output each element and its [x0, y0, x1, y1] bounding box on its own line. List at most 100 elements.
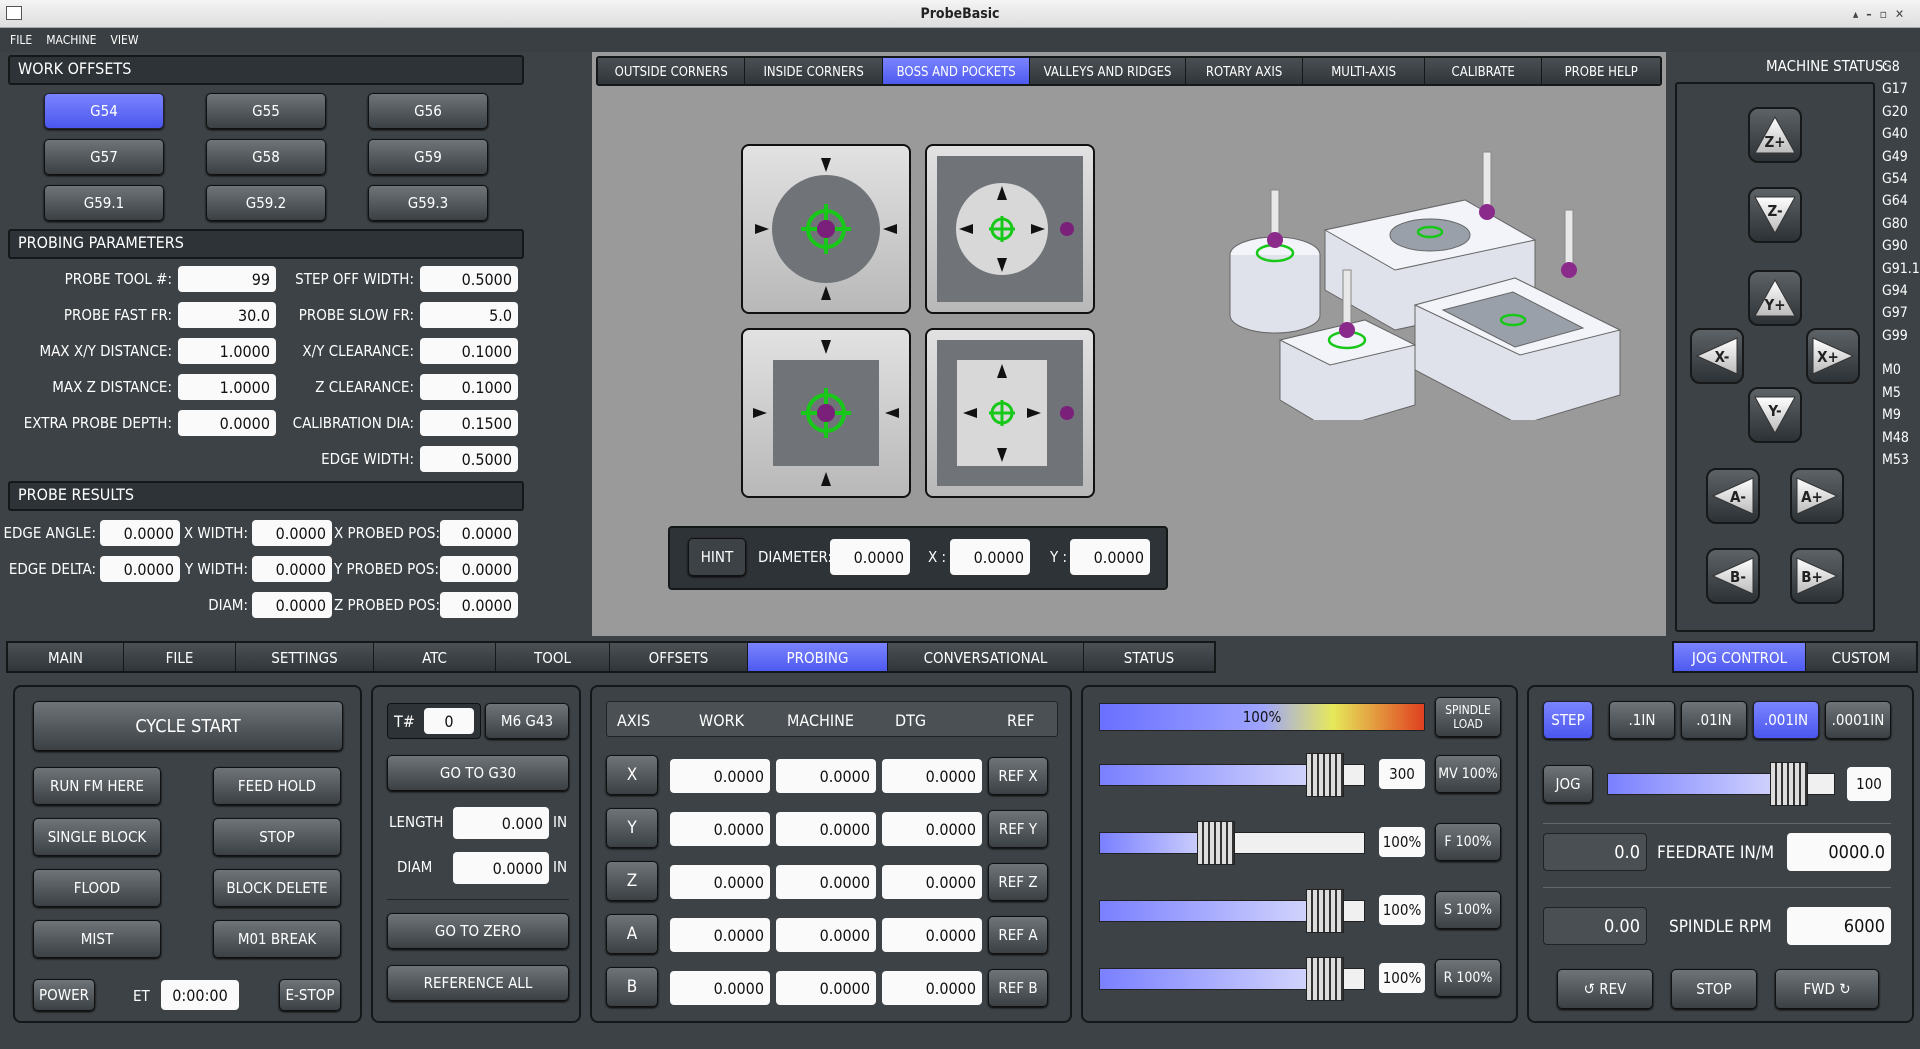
edge-width-field[interactable]: 0.5000 [420, 446, 518, 472]
f-100-button[interactable]: F 100% [1435, 823, 1501, 861]
offset-g59-1-button[interactable]: G59.1 [44, 185, 164, 221]
ref-y-button[interactable]: REF Y [988, 810, 1048, 848]
jog-y-minus-button[interactable]: Y- [1748, 387, 1802, 443]
reference-all-button[interactable]: REFERENCE ALL [387, 965, 569, 1001]
rect-pocket-probe-button[interactable] [925, 328, 1095, 498]
tab-calibrate[interactable]: CALIBRATE [1424, 58, 1543, 84]
increment-0-1-button[interactable]: .1IN [1609, 701, 1675, 739]
jog-b-plus-button[interactable]: B+ [1790, 548, 1844, 604]
increment-0-001-button[interactable]: .001IN [1753, 701, 1819, 739]
menu-file[interactable]: FILE [10, 33, 32, 47]
jog-y-plus-button[interactable]: Y+ [1748, 270, 1802, 326]
max-z-distance-field[interactable]: 1.0000 [178, 374, 276, 400]
spindle-override-slider[interactable] [1099, 889, 1365, 933]
extra-probe-depth-field[interactable]: 0.0000 [178, 410, 276, 436]
axis-a-button[interactable]: A [606, 914, 658, 954]
tab-jog-control[interactable]: JOG CONTROL [1674, 643, 1806, 671]
tab-file[interactable]: FILE [124, 643, 236, 671]
offset-g57-button[interactable]: G57 [44, 139, 164, 175]
run-from-here-button[interactable]: RUN FM HERE [33, 767, 161, 805]
rect-boss-probe-button[interactable] [741, 328, 911, 498]
slider-handle[interactable] [1770, 762, 1809, 806]
mv-100-button[interactable]: MV 100% [1435, 755, 1501, 793]
feed-hold-button[interactable]: FEED HOLD [213, 767, 341, 805]
hint-y-field[interactable]: 0.0000 [1070, 539, 1150, 575]
tab-main[interactable]: MAIN [8, 643, 124, 671]
tab-atc[interactable]: ATC [374, 643, 496, 671]
offset-g58-button[interactable]: G58 [206, 139, 326, 175]
tab-settings[interactable]: SETTINGS [236, 643, 374, 671]
tab-inside-corners[interactable]: INSIDE CORNERS [745, 58, 883, 84]
pocket-inside-probe-button[interactable] [925, 144, 1095, 314]
go-to-zero-button[interactable]: GO TO ZERO [387, 913, 569, 949]
probe-slow-fr-field[interactable]: 5.0 [420, 302, 518, 328]
slider-handle[interactable] [1306, 889, 1345, 933]
ref-a-button[interactable]: REF A [988, 916, 1048, 954]
tab-tool[interactable]: TOOL [496, 643, 610, 671]
jog-mode-button[interactable]: JOG [1543, 765, 1593, 803]
axis-z-button[interactable]: Z [606, 861, 658, 901]
calibration-dia-field[interactable]: 0.1500 [420, 410, 518, 436]
z-clearance-field[interactable]: 0.1000 [420, 374, 518, 400]
jog-speed-slider[interactable] [1607, 762, 1835, 806]
block-delete-button[interactable]: BLOCK DELETE [213, 869, 341, 907]
max-xy-distance-field[interactable]: 1.0000 [178, 338, 276, 364]
cycle-start-button[interactable]: CYCLE START [33, 701, 343, 751]
axis-b-button[interactable]: B [606, 967, 658, 1007]
power-button[interactable]: POWER [33, 979, 95, 1011]
jog-x-plus-button[interactable]: X+ [1806, 328, 1860, 384]
tab-valleys-and-ridges[interactable]: VALLEYS AND RIDGES [1030, 58, 1186, 84]
axis-y-button[interactable]: Y [606, 808, 658, 848]
probe-tool-field[interactable]: 99 [178, 266, 276, 292]
tab-conversational[interactable]: CONVERSATIONAL [888, 643, 1084, 671]
tab-custom[interactable]: CUSTOM [1806, 643, 1916, 671]
ref-x-button[interactable]: REF X [988, 757, 1048, 795]
jog-b-minus-button[interactable]: B- [1706, 548, 1760, 604]
work-b-field[interactable]: 0.0000 [670, 971, 770, 1005]
tab-probe-help[interactable]: PROBE HELP [1542, 58, 1660, 84]
spindle-stop-button[interactable]: STOP [1671, 969, 1757, 1009]
probe-fast-fr-field[interactable]: 30.0 [178, 302, 276, 328]
jog-a-plus-button[interactable]: A+ [1790, 468, 1844, 524]
s-100-button[interactable]: S 100% [1435, 891, 1501, 929]
spindle-rpm-set[interactable]: 6000 [1787, 907, 1891, 945]
work-y-field[interactable]: 0.0000 [670, 812, 770, 846]
jog-z-plus-button[interactable]: Z+ [1748, 107, 1802, 163]
hint-x-field[interactable]: 0.0000 [950, 539, 1030, 575]
tab-offsets[interactable]: OFFSETS [610, 643, 748, 671]
work-a-field[interactable]: 0.0000 [670, 918, 770, 952]
tool-number-field[interactable]: 0 [424, 708, 474, 734]
go-to-g30-button[interactable]: GO TO G30 [387, 755, 569, 791]
m6-g43-button[interactable]: M6 G43 [485, 703, 569, 739]
offset-g59-3-button[interactable]: G59.3 [368, 185, 488, 221]
mist-button[interactable]: MIST [33, 920, 161, 958]
slider-handle[interactable] [1197, 821, 1236, 865]
single-block-button[interactable]: SINGLE BLOCK [33, 818, 161, 856]
max-velocity-slider[interactable] [1099, 753, 1365, 797]
menu-machine[interactable]: MACHINE [46, 33, 96, 47]
increment-0-0001-button[interactable]: .0001IN [1825, 701, 1891, 739]
offset-g55-button[interactable]: G55 [206, 93, 326, 129]
work-x-field[interactable]: 0.0000 [670, 759, 770, 793]
feedrate-set[interactable]: 0000.0 [1787, 833, 1891, 871]
step-off-width-field[interactable]: 0.5000 [420, 266, 518, 292]
tab-outside-corners[interactable]: OUTSIDE CORNERS [598, 58, 746, 84]
boss-outside-probe-button[interactable] [741, 144, 911, 314]
jog-a-minus-button[interactable]: A- [1706, 468, 1760, 524]
stop-button[interactable]: STOP [213, 818, 341, 856]
feed-override-slider[interactable] [1099, 821, 1365, 865]
ref-b-button[interactable]: REF B [988, 969, 1048, 1007]
diameter-field[interactable]: 0.0000 [830, 539, 910, 575]
offset-g56-button[interactable]: G56 [368, 93, 488, 129]
tab-rotary-axis[interactable]: ROTARY AXIS [1185, 58, 1304, 84]
window-controls[interactable]: ▴–▫✕ [1853, 0, 1912, 28]
slider-handle[interactable] [1306, 753, 1345, 797]
increment-0-01-button[interactable]: .01IN [1681, 701, 1747, 739]
spindle-fwd-button[interactable]: FWD ↻ [1775, 969, 1879, 1009]
ref-z-button[interactable]: REF Z [988, 863, 1048, 901]
offset-g54-button[interactable]: G54 [44, 93, 164, 129]
tab-multi-axis[interactable]: MULTI-AXIS [1303, 58, 1425, 84]
rapid-override-slider[interactable] [1099, 957, 1365, 1001]
tab-probing[interactable]: PROBING [748, 643, 888, 671]
offset-g59-button[interactable]: G59 [368, 139, 488, 175]
